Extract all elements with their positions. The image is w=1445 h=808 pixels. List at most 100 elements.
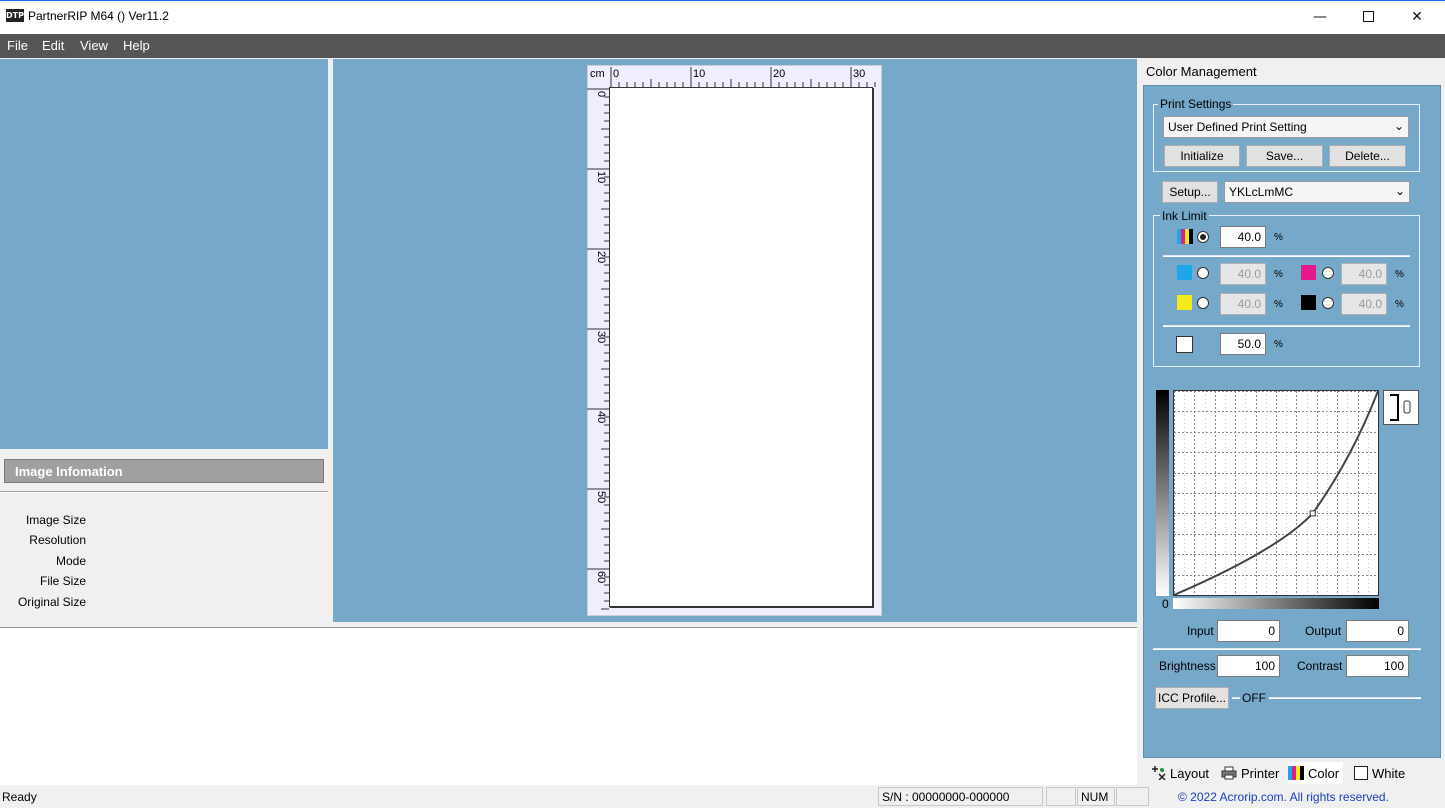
ruler-v-20: 20: [595, 251, 607, 263]
color-icon: [1288, 766, 1304, 780]
close-icon[interactable]: ✕: [1393, 0, 1441, 33]
ruler-v-30: 30: [595, 331, 607, 343]
menu-bar: File Edit View Help: [0, 34, 1445, 58]
print-setting-select[interactable]: User Defined Print Setting ⌄: [1163, 116, 1409, 138]
icc-state-label: OFF: [1242, 691, 1266, 705]
input-gradient-bar: [1173, 598, 1379, 609]
original-size-label: Original Size: [17, 595, 86, 609]
ruler-v-50: 50: [595, 491, 607, 503]
menu-file[interactable]: File: [7, 38, 28, 53]
input-field[interactable]: 0: [1217, 620, 1280, 642]
bracket-icon: [1390, 394, 1411, 421]
image-info-header: Image Infomation: [4, 459, 324, 483]
output-gradient-bar: [1156, 390, 1169, 596]
curve-control-point[interactable]: [1309, 510, 1316, 517]
ink-mode-value: YKLcLmMC: [1229, 185, 1294, 199]
tab-white[interactable]: White: [1354, 762, 1405, 784]
horizontal-ruler: 0 10 20 30: [610, 67, 876, 87]
ruler-h-20: 20: [773, 68, 785, 80]
menu-view[interactable]: View: [80, 38, 108, 53]
divider: [1232, 697, 1240, 699]
cyan-swatch: [1177, 265, 1192, 280]
image-size-label: Image Size: [25, 513, 86, 527]
media-sheet[interactable]: [609, 87, 873, 607]
brightness-field[interactable]: 100: [1217, 655, 1280, 677]
percent-label: %: [1274, 269, 1283, 280]
job-list-pane[interactable]: [0, 627, 1137, 785]
tab-printer-label: Printer: [1241, 765, 1280, 781]
resolution-label: Resolution: [29, 533, 86, 547]
magenta-swatch: [1301, 265, 1316, 280]
ruler-h-0: 0: [613, 68, 619, 80]
divider: [1153, 648, 1421, 650]
ruler-h-10: 10: [693, 68, 705, 80]
ruler-v-60: 60: [595, 571, 607, 583]
maximize-icon[interactable]: [1344, 0, 1392, 33]
tab-printer[interactable]: Printer: [1221, 762, 1279, 784]
cmyk-icon: [1177, 229, 1193, 244]
tab-layout-label: Layout: [1170, 765, 1210, 781]
print-setting-value: User Defined Print Setting: [1168, 120, 1307, 134]
vertical-ruler: 0 10 20 30 40 50 60: [587, 88, 609, 610]
tone-curve-plot[interactable]: [1173, 390, 1379, 596]
copyright-link[interactable]: © 2022 Acrorip.com. All rights reserved.: [1178, 790, 1389, 804]
thumbnail-pane[interactable]: [0, 59, 328, 449]
curve-origin-label: 0: [1162, 597, 1169, 611]
contrast-field[interactable]: 100: [1346, 655, 1409, 677]
output-label: Output: [1305, 624, 1342, 638]
chevron-down-icon: ⌄: [1393, 119, 1404, 133]
brightness-label: Brightness: [1159, 659, 1216, 673]
ink-yellow-radio[interactable]: [1197, 297, 1209, 309]
minimize-icon[interactable]: —: [1296, 0, 1344, 33]
curve-mode-button[interactable]: [1383, 390, 1419, 425]
menu-edit[interactable]: Edit: [42, 38, 64, 53]
print-settings-label: Print Settings: [1158, 97, 1234, 111]
ruler-v-0: 0: [595, 91, 607, 97]
ink-magenta-radio[interactable]: [1322, 267, 1334, 279]
ink-black-radio[interactable]: [1322, 297, 1334, 309]
ink-black-field[interactable]: 40.0: [1341, 293, 1387, 315]
tone-curve-graph[interactable]: [1173, 390, 1379, 596]
white-ink-swatch: [1176, 336, 1193, 353]
percent-label: %: [1395, 269, 1404, 280]
layout-icon: [1152, 766, 1166, 780]
save-button[interactable]: Save...: [1246, 145, 1323, 167]
menu-help[interactable]: Help: [123, 38, 150, 53]
status-cell-empty: [1116, 787, 1149, 806]
setup-button[interactable]: Setup...: [1162, 181, 1218, 203]
yellow-swatch: [1177, 295, 1192, 310]
tab-layout[interactable]: Layout: [1150, 762, 1209, 784]
output-field[interactable]: 0: [1346, 620, 1409, 642]
percent-label: %: [1274, 232, 1283, 243]
tab-color-label: Color: [1308, 765, 1340, 781]
ink-white-field[interactable]: 50.0: [1220, 333, 1266, 355]
title-bar: [0, 0, 1445, 34]
divider: [1163, 255, 1410, 257]
black-swatch: [1301, 295, 1316, 310]
ink-limit-group: [1153, 215, 1420, 367]
serial-number: S/N : 00000000-000000: [878, 787, 1043, 806]
status-cell-empty: [1046, 787, 1076, 806]
tab-color[interactable]: Color: [1288, 762, 1344, 784]
ink-magenta-field[interactable]: 40.0: [1341, 263, 1387, 285]
percent-label: %: [1395, 299, 1404, 310]
ink-all-radio[interactable]: [1197, 231, 1209, 243]
num-lock-indicator: NUM: [1077, 787, 1115, 806]
divider: [0, 491, 328, 493]
window-title: PartnerRIP M64 () Ver11.2: [28, 9, 169, 23]
ink-yellow-field[interactable]: 40.0: [1220, 293, 1266, 315]
initialize-button[interactable]: Initialize: [1164, 145, 1240, 167]
ruler-h-30: 30: [853, 68, 865, 80]
ink-all-field[interactable]: 40.0: [1220, 226, 1266, 248]
status-ready: Ready: [2, 790, 37, 804]
ink-cyan-radio[interactable]: [1197, 267, 1209, 279]
divider: [1269, 697, 1421, 699]
input-label: Input: [1187, 624, 1214, 638]
ink-cyan-field[interactable]: 40.0: [1220, 263, 1266, 285]
icc-profile-button[interactable]: ICC Profile...: [1155, 687, 1229, 709]
panel-title: Color Management: [1146, 64, 1257, 79]
contrast-label: Contrast: [1297, 659, 1343, 673]
delete-button[interactable]: Delete...: [1329, 145, 1406, 167]
ink-mode-select[interactable]: YKLcLmMC ⌄: [1224, 181, 1410, 203]
percent-label: %: [1274, 299, 1283, 310]
